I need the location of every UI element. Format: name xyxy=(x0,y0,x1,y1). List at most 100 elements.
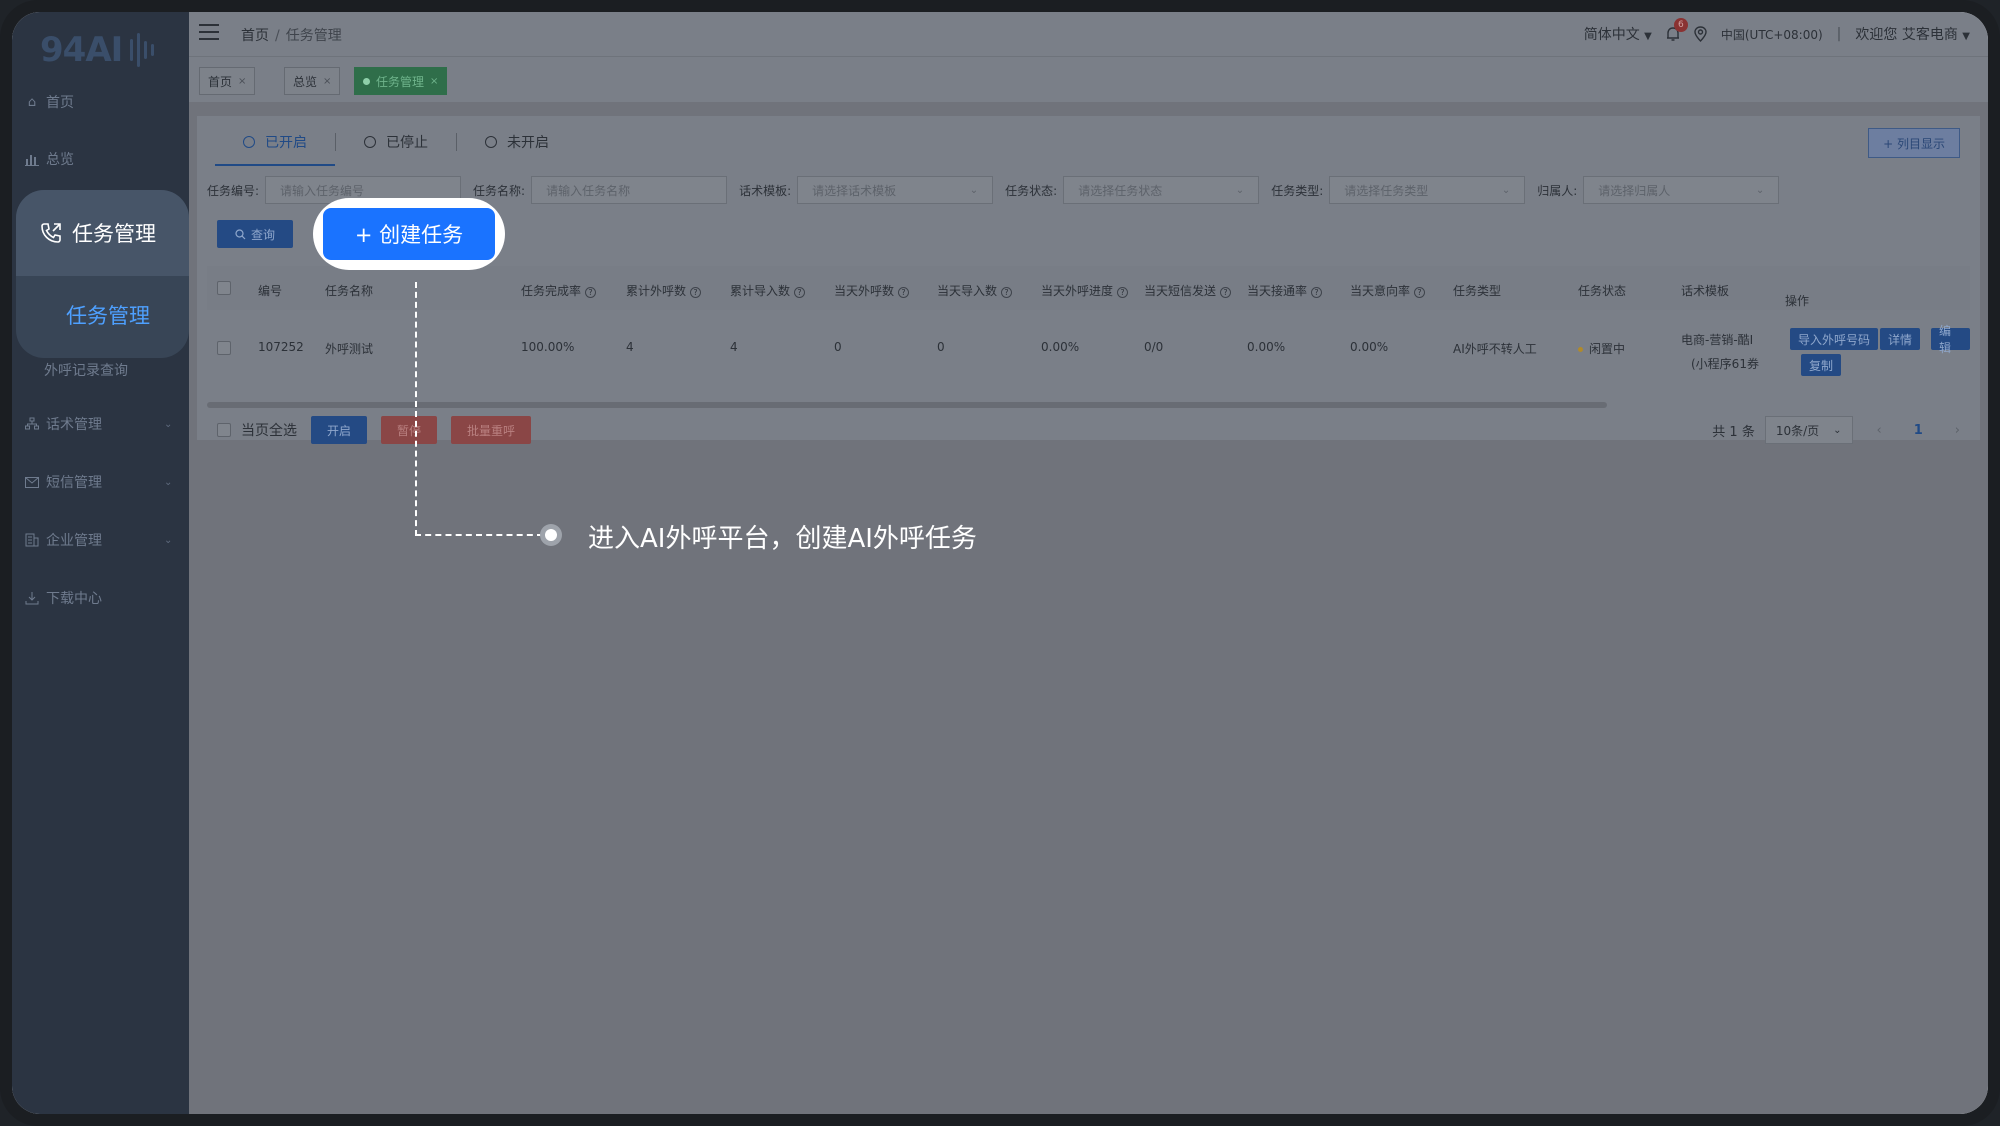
next-page-icon[interactable]: › xyxy=(1955,423,1960,438)
sidebar-item-label: 首页 xyxy=(46,95,74,111)
column-header: 累计导入数? xyxy=(730,282,806,299)
home-icon: ⌂ xyxy=(27,94,37,110)
chevron-down-icon: ⌄ xyxy=(1755,184,1765,196)
sidebar-subitem-call-records[interactable]: 外呼记录查询 xyxy=(44,360,128,380)
cell-template: 电商-营销-酷I (小程序61券 xyxy=(1681,333,1759,371)
task-panel: 已开启 已停止 未开启 + 列目显示 任务编号: 请输入任务编号 任务名称: 请… xyxy=(197,116,1980,444)
filter-label: 任务类型: xyxy=(1271,183,1324,198)
details-button[interactable]: 详情 xyxy=(1880,328,1921,350)
select-all-checkbox[interactable] xyxy=(217,281,231,295)
logo-text: 94AI xyxy=(40,30,123,70)
close-icon[interactable]: × xyxy=(238,76,246,87)
page-select-all-checkbox[interactable] xyxy=(217,423,231,437)
import-numbers-button[interactable]: 导入外呼号码 xyxy=(1790,328,1879,350)
sidebar-item-download-center[interactable]: 下载中心 xyxy=(24,578,102,618)
page-tab-home[interactable]: 首页 × xyxy=(199,67,256,95)
task-type-select[interactable]: 请选择任务类型 ⌄ xyxy=(1329,176,1526,204)
column-header: 当天导入数? xyxy=(937,282,1013,299)
sidebar-item-label: 任务管理 xyxy=(72,222,156,246)
caret-down-icon: ▼ xyxy=(1962,31,1970,42)
cell-name: 外呼测试 xyxy=(325,342,374,356)
page-tabs-bar: 首页 × 总览 × 任务管理 × xyxy=(189,56,1988,102)
owner-select[interactable]: 请选择归属人 ⌄ xyxy=(1583,176,1780,204)
chevron-down-icon: ⌄ xyxy=(164,418,173,430)
tab-enabled[interactable]: 已开启 xyxy=(215,116,335,168)
callout-line xyxy=(415,282,417,536)
device-frame: 94AI ⌂ 首页 总览 任务管理 任务管理 外呼记录查询 话术管理 ⌄ 短信管… xyxy=(0,0,2000,1126)
bulk-open-button[interactable]: 开启 xyxy=(311,416,368,444)
table-row: 107252 外呼测试 100.00% 4 4 0 0 0.00% 0/0 0.… xyxy=(207,310,1970,386)
org-icon xyxy=(24,416,40,432)
help-icon: ? xyxy=(690,287,702,298)
sidebar-item-script-management[interactable]: 话术管理 ⌄ xyxy=(24,404,172,444)
logo: 94AI xyxy=(40,22,155,78)
sidebar-item-sms-management[interactable]: 短信管理 ⌄ xyxy=(24,462,172,502)
breadcrumb-home[interactable]: 首页 xyxy=(241,28,269,44)
download-icon xyxy=(24,590,40,606)
minus-circle-icon xyxy=(485,136,497,148)
sidebar-item-label: 下载中心 xyxy=(46,591,102,607)
cell-status: 闲置中 xyxy=(1578,340,1625,357)
column-display-button[interactable]: + 列目显示 xyxy=(1868,128,1960,158)
script-template-select[interactable]: 请选择话术模板 ⌄ xyxy=(797,176,994,204)
horizontal-scrollbar[interactable] xyxy=(207,402,1607,408)
column-header: 累计外呼数? xyxy=(626,282,702,299)
column-header: 话术模板 xyxy=(1681,284,1730,298)
breadcrumb: 首页 / 任务管理 xyxy=(241,28,342,44)
cell-today-progress: 0.00% xyxy=(1041,340,1080,354)
column-header: 当天接通率? xyxy=(1247,282,1323,299)
chevron-down-icon: ⌄ xyxy=(164,534,173,546)
status-badge: 闲置中 xyxy=(1589,342,1626,356)
status-dot-icon xyxy=(1578,347,1583,352)
close-icon[interactable]: × xyxy=(430,76,438,87)
language-select[interactable]: 简体中文 ▼ xyxy=(1584,24,1652,44)
sidebar-highlight-card: 任务管理 任务管理 xyxy=(16,190,189,358)
filter-label: 任务编号: xyxy=(207,183,260,198)
tab-not-started[interactable]: 未开启 xyxy=(457,116,577,168)
row-checkbox[interactable] xyxy=(217,341,231,355)
cell-total-calls: 4 xyxy=(626,340,634,354)
column-header: 操作 xyxy=(1785,294,1810,308)
task-status-select[interactable]: 请选择任务状态 ⌄ xyxy=(1063,176,1260,204)
bulk-pause-button[interactable]: 暂停 xyxy=(381,416,438,444)
copy-button[interactable]: 复制 xyxy=(1801,354,1842,376)
page-tab-task-management[interactable]: 任务管理 × xyxy=(354,67,448,95)
notification-bell[interactable]: 6 xyxy=(1666,18,1688,42)
sidebar-item-overview[interactable]: 总览 xyxy=(24,139,74,179)
cell-type: AI外呼不转人工 xyxy=(1453,342,1537,356)
play-circle-icon xyxy=(243,136,255,148)
chevron-down-icon: ⌄ xyxy=(969,184,979,196)
search-icon xyxy=(235,228,246,240)
prev-page-icon[interactable]: ‹ xyxy=(1877,423,1882,438)
location-icon xyxy=(1694,26,1707,42)
filter-label: 任务名称: xyxy=(473,183,526,198)
cell-connect-rate: 0.00% xyxy=(1247,340,1286,354)
header-right: 简体中文 ▼ 6 中国(UTC+08:00) | 欢迎您 艾客电商 ▼ xyxy=(1583,18,1970,44)
edit-button[interactable]: 编辑 xyxy=(1931,324,1970,355)
sidebar-item-task-management[interactable]: 任务管理 xyxy=(40,218,156,248)
logo-waveform-icon xyxy=(130,33,155,67)
user-menu[interactable]: 欢迎您 艾客电商 ▼ xyxy=(1855,24,1970,44)
help-icon: ? xyxy=(1414,287,1426,298)
page-tab-overview[interactable]: 总览 × xyxy=(284,67,341,95)
sidebar-item-enterprise-management[interactable]: 企业管理 ⌄ xyxy=(24,520,172,560)
menu-toggle-icon[interactable] xyxy=(199,24,219,40)
tab-stopped[interactable]: 已停止 xyxy=(336,116,456,168)
cell-completion: 100.00% xyxy=(521,340,575,354)
close-icon[interactable]: × xyxy=(323,76,331,87)
sidebar-item-home[interactable]: ⌂ 首页 xyxy=(24,82,74,122)
page-size-select[interactable]: 10条/页 ⌄ xyxy=(1764,416,1853,444)
sidebar-item-label: 短信管理 xyxy=(46,475,102,491)
help-icon: ? xyxy=(1117,287,1129,298)
page-number[interactable]: 1 xyxy=(1914,423,1923,438)
task-name-input[interactable]: 请输入任务名称 xyxy=(531,176,728,204)
batch-redial-button[interactable]: 批量重呼 xyxy=(451,416,532,444)
column-header: 当天外呼数? xyxy=(834,282,910,299)
sidebar-item-label: 总览 xyxy=(46,152,74,168)
create-task-button[interactable]: + 创建任务 xyxy=(323,208,495,260)
sidebar-subitem-task-management[interactable]: 任务管理 xyxy=(66,300,150,330)
query-button[interactable]: 查询 xyxy=(217,220,293,248)
cell-today-calls: 0 xyxy=(834,340,842,354)
cell-total-imports: 4 xyxy=(730,340,738,354)
cell-intent-rate: 0.00% xyxy=(1350,340,1389,354)
